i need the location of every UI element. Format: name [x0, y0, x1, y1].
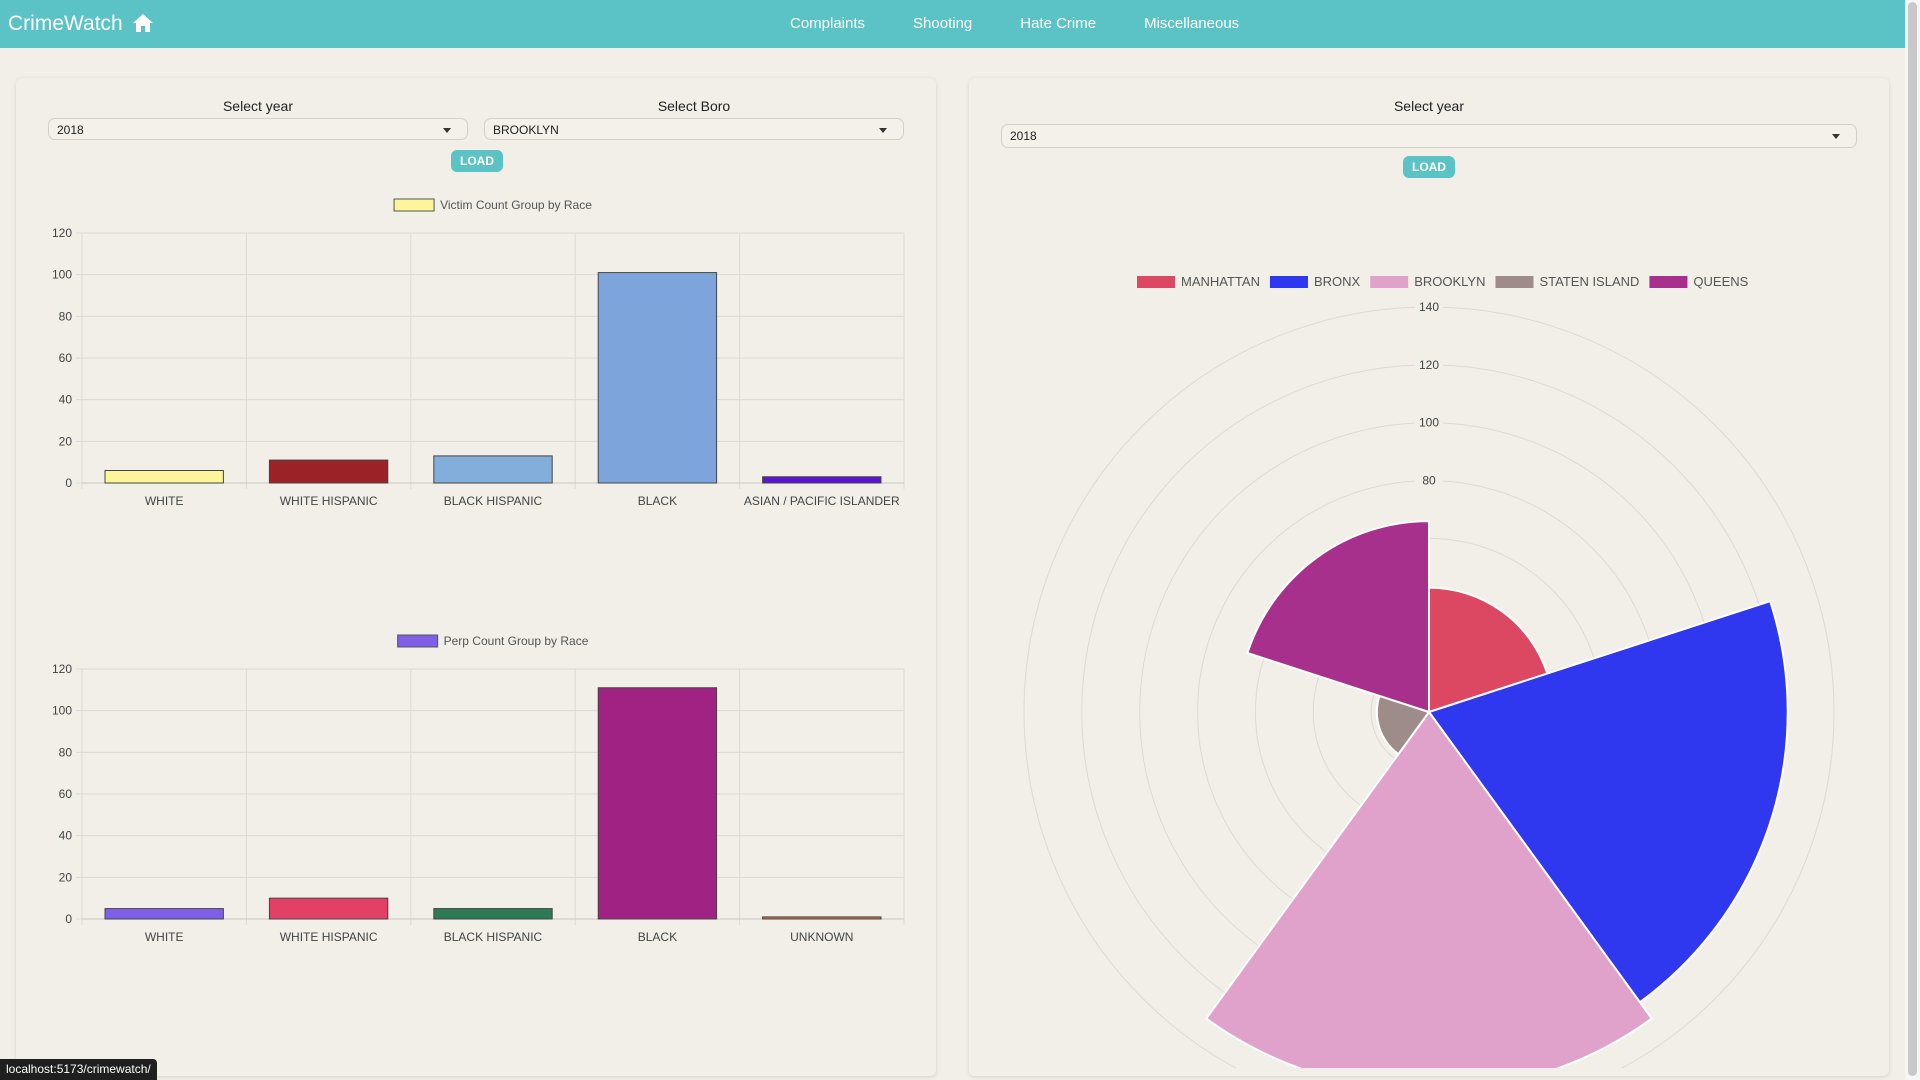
nav-links: Complaints Shooting Hate Crime Miscellan… — [790, 15, 1239, 32]
perp-bar-chart: Perp Count Group by Race 0 20 40 60 80 100 120 W… — [52, 634, 905, 944]
legend-swatch-manhattan — [1137, 276, 1175, 288]
nav-hate-crime[interactable]: Hate Crime — [1020, 15, 1096, 32]
page-scrollbar[interactable] — [1905, 0, 1920, 1080]
y-tick-label: 0 — [65, 476, 72, 490]
nav-miscellaneous[interactable]: Miscellaneous — [1144, 15, 1239, 32]
bar-black — [597, 687, 718, 920]
x-tick-label: WHITE HISPANIC — [280, 930, 378, 944]
bar-white — [104, 470, 224, 484]
y-tick-label: 100 — [52, 268, 72, 282]
legend-swatch-queens — [1649, 276, 1688, 288]
legend-swatch-brooklyn — [1370, 276, 1409, 288]
bar-black-hispanic — [433, 455, 553, 484]
r-tick-label: 80 — [1422, 474, 1436, 488]
chart-legend-swatch — [393, 198, 435, 212]
y-tick-label: 120 — [52, 226, 72, 240]
bar-white-hispanic — [268, 459, 389, 484]
nav-complaints[interactable]: Complaints — [790, 15, 865, 32]
y-tick-label: 20 — [59, 870, 73, 884]
boro-polar-chart: MANHATTAN BRONX BROOKLYN STATEN ISLAND QUEEN… — [1023, 274, 1835, 1068]
x-tick-label: UNKNOWN — [790, 930, 853, 944]
y-tick-label: 120 — [52, 662, 72, 676]
x-tick-label: BLACK HISPANIC — [444, 930, 543, 944]
r-tick-label: 100 — [1419, 416, 1439, 430]
chart-legend-swatch — [397, 634, 439, 648]
chevron-down-icon — [443, 128, 451, 133]
nav-shooting[interactable]: Shooting — [913, 15, 972, 32]
r-tick-label: 120 — [1419, 358, 1439, 372]
y-tick-label: 80 — [59, 309, 73, 323]
top-navbar: CrimeWatch Complaints Shooting Hate Crim… — [0, 0, 1905, 48]
load-button[interactable]: LOAD — [1403, 156, 1455, 178]
r-tick-label: 140 — [1419, 300, 1439, 314]
boro-select[interactable]: BROOKLYN — [484, 118, 904, 140]
chart-legend-label: Victim Count Group by Race — [440, 198, 592, 212]
legend-label-brooklyn: BROOKLYN — [1414, 274, 1485, 289]
y-tick-label: 20 — [59, 434, 73, 448]
legend-swatch-staten-island — [1495, 276, 1534, 288]
y-tick-label: 40 — [59, 393, 73, 407]
x-tick-label: WHITE — [145, 930, 184, 944]
x-tick-label: WHITE — [145, 494, 184, 508]
year-select-value: 2018 — [57, 123, 84, 137]
polar-slice-queens — [1246, 520, 1430, 714]
victim-bar-chart: Victim Count Group by Race 0 20 40 60 80 100 12… — [52, 198, 905, 508]
scroll-thumb[interactable] — [1908, 2, 1917, 1076]
boro-select-value: BROOKLYN — [493, 123, 559, 137]
y-tick-label: 60 — [59, 787, 73, 801]
race-charts-card: Select year 2018 Select Boro BROOKLYN LO… — [16, 78, 936, 1076]
x-tick-label: WHITE HISPANIC — [280, 494, 378, 508]
bar-black — [597, 272, 718, 484]
bar-black-hispanic — [433, 908, 553, 920]
year-select[interactable]: 2018 — [48, 118, 468, 140]
year-select-label: Select year — [222, 98, 294, 114]
year-select[interactable]: 2018 — [1001, 124, 1857, 148]
status-url-bar: localhost:5173/crimewatch/ — [0, 1059, 157, 1080]
y-tick-label: 40 — [59, 829, 73, 843]
chart-legend-label: Perp Count Group by Race — [444, 634, 589, 648]
chevron-down-icon — [1832, 134, 1840, 139]
x-tick-label: BLACK — [638, 930, 677, 944]
legend-label-bronx: BRONX — [1314, 274, 1361, 289]
year-select-value: 2018 — [1010, 129, 1037, 143]
bar-asian-pacific-islander — [762, 476, 882, 484]
x-tick-label: ASIAN / PACIFIC ISLANDER — [744, 494, 900, 508]
y-tick-label: 0 — [65, 912, 72, 926]
legend-label-manhattan: MANHATTAN — [1181, 274, 1260, 289]
y-tick-label: 80 — [59, 745, 73, 759]
legend-label-staten-island: STATEN ISLAND — [1539, 274, 1639, 289]
bar-white — [104, 908, 224, 920]
bar-unknown — [762, 916, 882, 920]
boro-select-label: Select Boro — [657, 98, 731, 114]
boro-polar-card: Select year 2018 LOAD MANHATTAN BRONX BROO… — [969, 78, 1889, 1076]
chevron-down-icon — [879, 128, 887, 133]
y-tick-label: 100 — [52, 704, 72, 718]
home-icon[interactable] — [132, 12, 154, 34]
bar-white-hispanic — [268, 897, 389, 920]
legend-label-queens: QUEENS — [1693, 274, 1748, 289]
load-button[interactable]: LOAD — [451, 150, 503, 172]
x-tick-label: BLACK — [638, 494, 677, 508]
legend-swatch-bronx — [1269, 276, 1308, 288]
brand-logo[interactable]: CrimeWatch — [8, 12, 123, 36]
y-tick-label: 60 — [59, 351, 73, 365]
year-select-label: Select year — [1393, 98, 1465, 114]
x-tick-label: BLACK HISPANIC — [444, 494, 543, 508]
